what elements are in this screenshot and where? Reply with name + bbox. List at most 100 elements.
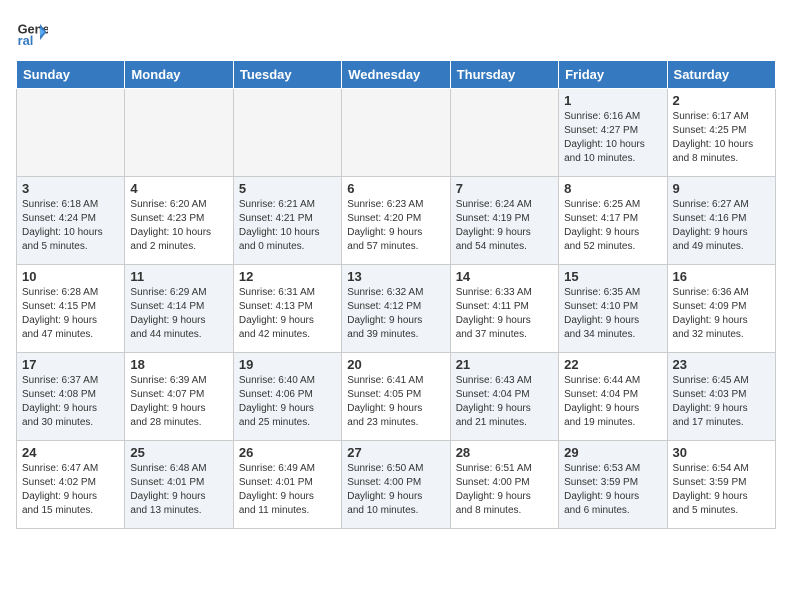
day-info: Sunrise: 6:45 AM Sunset: 4:03 PM Dayligh… xyxy=(673,374,770,430)
day-number: 21 xyxy=(456,357,553,372)
day-number: 23 xyxy=(673,357,770,372)
day-number: 8 xyxy=(564,181,661,196)
weekday-header-thursday: Thursday xyxy=(450,61,558,89)
day-info: Sunrise: 6:24 AM Sunset: 4:19 PM Dayligh… xyxy=(456,198,553,254)
day-number: 3 xyxy=(22,181,119,196)
day-number: 12 xyxy=(239,269,336,284)
day-info: Sunrise: 6:23 AM Sunset: 4:20 PM Dayligh… xyxy=(347,198,444,254)
calendar-cell: 12 Sunrise: 6:31 AM Sunset: 4:13 PM Dayli… xyxy=(233,265,341,353)
day-info: Sunrise: 6:33 AM Sunset: 4:11 PM Dayligh… xyxy=(456,286,553,342)
day-number: 18 xyxy=(130,357,227,372)
svg-text:ral: ral xyxy=(18,33,34,48)
logo: Gene ral xyxy=(16,16,52,48)
day-info: Sunrise: 6:50 AM Sunset: 4:00 PM Dayligh… xyxy=(347,462,444,518)
day-number: 10 xyxy=(22,269,119,284)
day-number: 16 xyxy=(673,269,770,284)
calendar-cell: 23 Sunrise: 6:45 AM Sunset: 4:03 PM Dayli… xyxy=(667,353,775,441)
day-info: Sunrise: 6:54 AM Sunset: 3:59 PM Dayligh… xyxy=(673,462,770,518)
day-info: Sunrise: 6:29 AM Sunset: 4:14 PM Dayligh… xyxy=(130,286,227,342)
weekday-header-friday: Friday xyxy=(559,61,667,89)
weekday-header-wednesday: Wednesday xyxy=(342,61,450,89)
day-number: 26 xyxy=(239,445,336,460)
day-info: Sunrise: 6:28 AM Sunset: 4:15 PM Dayligh… xyxy=(22,286,119,342)
calendar-cell: 5Sunrise: 6:21 AM Sunset: 4:21 PM Daylig… xyxy=(233,177,341,265)
day-number: 17 xyxy=(22,357,119,372)
calendar-cell: 29 Sunrise: 6:53 AM Sunset: 3:59 PM Dayli… xyxy=(559,441,667,529)
calendar-cell: 27 Sunrise: 6:50 AM Sunset: 4:00 PM Dayli… xyxy=(342,441,450,529)
calendar-cell: 24 Sunrise: 6:47 AM Sunset: 4:02 PM Dayli… xyxy=(17,441,125,529)
day-number: 9 xyxy=(673,181,770,196)
day-number: 2 xyxy=(673,93,770,108)
calendar-cell: 17 Sunrise: 6:37 AM Sunset: 4:08 PM Dayli… xyxy=(17,353,125,441)
day-number: 6 xyxy=(347,181,444,196)
weekday-header-monday: Monday xyxy=(125,61,233,89)
calendar-cell: 25 Sunrise: 6:48 AM Sunset: 4:01 PM Dayli… xyxy=(125,441,233,529)
calendar-cell xyxy=(342,89,450,177)
calendar-cell: 14Sunrise: 6:33 AM Sunset: 4:11 PM Dayli… xyxy=(450,265,558,353)
calendar-cell xyxy=(450,89,558,177)
day-number: 7 xyxy=(456,181,553,196)
day-info: Sunrise: 6:18 AM Sunset: 4:24 PM Dayligh… xyxy=(22,198,119,254)
calendar-cell: 26 Sunrise: 6:49 AM Sunset: 4:01 PM Dayli… xyxy=(233,441,341,529)
calendar-cell: 6 Sunrise: 6:23 AM Sunset: 4:20 PM Daylig… xyxy=(342,177,450,265)
day-info: Sunrise: 6:31 AM Sunset: 4:13 PM Dayligh… xyxy=(239,286,336,342)
day-info: Sunrise: 6:25 AM Sunset: 4:17 PM Dayligh… xyxy=(564,198,661,254)
day-info: Sunrise: 6:32 AM Sunset: 4:12 PM Dayligh… xyxy=(347,286,444,342)
day-number: 27 xyxy=(347,445,444,460)
day-number: 28 xyxy=(456,445,553,460)
day-number: 29 xyxy=(564,445,661,460)
calendar-cell: 3 Sunrise: 6:18 AM Sunset: 4:24 PM Daylig… xyxy=(17,177,125,265)
calendar-cell: 8 Sunrise: 6:25 AM Sunset: 4:17 PM Daylig… xyxy=(559,177,667,265)
day-number: 15 xyxy=(564,269,661,284)
day-number: 20 xyxy=(347,357,444,372)
calendar-cell: 10 Sunrise: 6:28 AM Sunset: 4:15 PM Dayli… xyxy=(17,265,125,353)
day-info: Sunrise: 6:27 AM Sunset: 4:16 PM Dayligh… xyxy=(673,198,770,254)
calendar-cell: 18Sunrise: 6:39 AM Sunset: 4:07 PM Dayli… xyxy=(125,353,233,441)
calendar-cell: 30 Sunrise: 6:54 AM Sunset: 3:59 PM Dayli… xyxy=(667,441,775,529)
day-number: 11 xyxy=(130,269,227,284)
day-number: 4 xyxy=(130,181,227,196)
calendar-cell: 13 Sunrise: 6:32 AM Sunset: 4:12 PM Dayli… xyxy=(342,265,450,353)
day-number: 19 xyxy=(239,357,336,372)
calendar-cell: 11 Sunrise: 6:29 AM Sunset: 4:14 PM Dayli… xyxy=(125,265,233,353)
day-info: Sunrise: 6:16 AM Sunset: 4:27 PM Dayligh… xyxy=(564,110,661,166)
weekday-header-row: SundayMondayTuesdayWednesdayThursdayFrid… xyxy=(17,61,776,89)
calendar-cell: 21 Sunrise: 6:43 AM Sunset: 4:04 PM Dayli… xyxy=(450,353,558,441)
day-number: 24 xyxy=(22,445,119,460)
calendar-cell: 20 Sunrise: 6:41 AM Sunset: 4:05 PM Dayli… xyxy=(342,353,450,441)
calendar-cell: 28Sunrise: 6:51 AM Sunset: 4:00 PM Dayli… xyxy=(450,441,558,529)
day-info: Sunrise: 6:49 AM Sunset: 4:01 PM Dayligh… xyxy=(239,462,336,518)
day-info: Sunrise: 6:53 AM Sunset: 3:59 PM Dayligh… xyxy=(564,462,661,518)
day-info: Sunrise: 6:43 AM Sunset: 4:04 PM Dayligh… xyxy=(456,374,553,430)
day-info: Sunrise: 6:37 AM Sunset: 4:08 PM Dayligh… xyxy=(22,374,119,430)
week-row-3: 10 Sunrise: 6:28 AM Sunset: 4:15 PM Dayli… xyxy=(17,265,776,353)
logo-icon: Gene ral xyxy=(16,16,48,48)
day-info: Sunrise: 6:48 AM Sunset: 4:01 PM Dayligh… xyxy=(130,462,227,518)
day-info: Sunrise: 6:47 AM Sunset: 4:02 PM Dayligh… xyxy=(22,462,119,518)
calendar-cell: 9 Sunrise: 6:27 AM Sunset: 4:16 PM Daylig… xyxy=(667,177,775,265)
week-row-2: 3 Sunrise: 6:18 AM Sunset: 4:24 PM Daylig… xyxy=(17,177,776,265)
day-info: Sunrise: 6:35 AM Sunset: 4:10 PM Dayligh… xyxy=(564,286,661,342)
day-number: 30 xyxy=(673,445,770,460)
day-info: Sunrise: 6:21 AM Sunset: 4:21 PM Dayligh… xyxy=(239,198,336,254)
day-number: 13 xyxy=(347,269,444,284)
day-info: Sunrise: 6:17 AM Sunset: 4:25 PM Dayligh… xyxy=(673,110,770,166)
day-info: Sunrise: 6:40 AM Sunset: 4:06 PM Dayligh… xyxy=(239,374,336,430)
calendar-cell xyxy=(125,89,233,177)
calendar-cell: 2 Sunrise: 6:17 AM Sunset: 4:25 PM Daylig… xyxy=(667,89,775,177)
calendar-cell xyxy=(233,89,341,177)
day-number: 22 xyxy=(564,357,661,372)
calendar-cell: 4Sunrise: 6:20 AM Sunset: 4:23 PM Daylig… xyxy=(125,177,233,265)
calendar-cell xyxy=(17,89,125,177)
day-number: 1 xyxy=(564,93,661,108)
week-row-1: 1 Sunrise: 6:16 AM Sunset: 4:27 PM Daylig… xyxy=(17,89,776,177)
calendar-cell: 19 Sunrise: 6:40 AM Sunset: 4:06 PM Dayli… xyxy=(233,353,341,441)
calendar-cell: 7 Sunrise: 6:24 AM Sunset: 4:19 PM Daylig… xyxy=(450,177,558,265)
day-number: 25 xyxy=(130,445,227,460)
day-info: Sunrise: 6:41 AM Sunset: 4:05 PM Dayligh… xyxy=(347,374,444,430)
header: Gene ral xyxy=(16,16,776,48)
day-info: Sunrise: 6:44 AM Sunset: 4:04 PM Dayligh… xyxy=(564,374,661,430)
calendar-cell: 1 Sunrise: 6:16 AM Sunset: 4:27 PM Daylig… xyxy=(559,89,667,177)
week-row-5: 24 Sunrise: 6:47 AM Sunset: 4:02 PM Dayli… xyxy=(17,441,776,529)
calendar-cell: 16Sunrise: 6:36 AM Sunset: 4:09 PM Dayli… xyxy=(667,265,775,353)
